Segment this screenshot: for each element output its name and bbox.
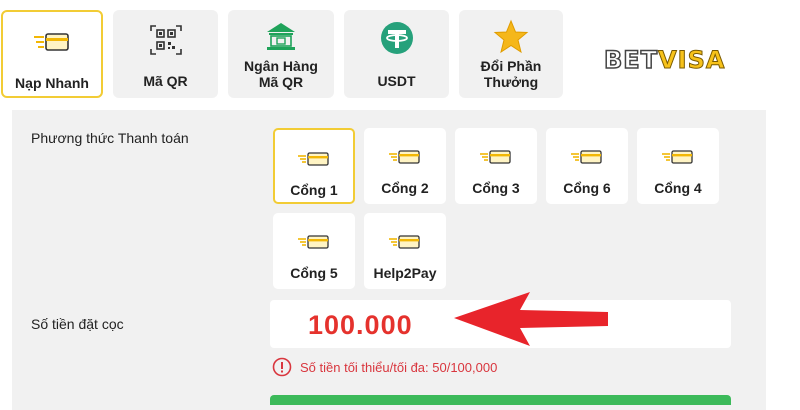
warning-icon	[272, 357, 292, 377]
bank-icon	[267, 23, 295, 50]
gateway-label: Cổng 1	[290, 182, 338, 198]
gateway-label: Cổng 6	[563, 180, 611, 196]
confirm-button[interactable]	[270, 395, 731, 405]
card-icon	[389, 235, 420, 249]
logo-part-bet: BET	[603, 45, 659, 75]
gateway-label: Cổng 3	[472, 180, 520, 196]
gateway-label: Cổng 4	[654, 180, 702, 196]
gateway-cong-2[interactable]: Cổng 2	[364, 128, 446, 204]
tab-label-line2: Mã QR	[258, 74, 304, 90]
tab-label: Mã QR	[143, 73, 188, 89]
red-arrow-annotation	[454, 292, 608, 346]
gateway-label: Help2Pay	[373, 265, 437, 281]
payment-method-label: Phương thức Thanh toán	[31, 130, 189, 146]
gateway-help2pay[interactable]: Help2Pay	[364, 213, 446, 289]
tab-nap-nhanh[interactable]: Nạp Nhanh	[1, 10, 103, 98]
card-icon	[34, 33, 69, 51]
gateway-cong-3[interactable]: Cổng 3	[455, 128, 537, 204]
deposit-method-tabs: Nạp Nhanh Mã QR Ngân Hàng Mã QR USDT Đổi…	[0, 0, 800, 110]
card-icon	[662, 150, 693, 164]
card-icon	[298, 235, 329, 249]
qr-code-icon	[149, 25, 182, 55]
tab-doi-phan-thuong[interactable]: Đổi Phần Thưởng	[459, 10, 563, 98]
gateway-cong-5[interactable]: Cổng 5	[273, 213, 355, 289]
tab-label-line1: Đổi Phần	[480, 58, 542, 74]
tab-ngan-hang-ma-qr[interactable]: Ngân Hàng Mã QR	[228, 10, 334, 98]
tab-label-line1: Ngân Hàng	[244, 58, 318, 74]
tab-label: Nạp Nhanh	[15, 75, 89, 91]
tab-ma-qr[interactable]: Mã QR	[113, 10, 218, 98]
gateway-label: Cổng 2	[381, 180, 429, 196]
betvisa-logo: BETVISA	[603, 45, 726, 75]
star-icon	[493, 19, 529, 54]
card-icon	[298, 152, 329, 166]
tab-usdt[interactable]: USDT	[344, 10, 449, 98]
tab-label: USDT	[377, 73, 416, 89]
card-icon	[571, 150, 602, 164]
gateway-label: Cổng 5	[290, 265, 338, 281]
tether-icon	[380, 22, 413, 54]
gateway-cong-4[interactable]: Cổng 4	[637, 128, 719, 204]
amount-limit-text: Số tiền tối thiểu/tối đa: 50/100,000	[300, 359, 498, 375]
gateway-cong-6[interactable]: Cổng 6	[546, 128, 628, 204]
card-icon	[389, 150, 420, 164]
deposit-amount-label: Số tiền đặt cọc	[31, 316, 124, 332]
tab-label-line2: Thưởng	[483, 74, 539, 90]
amount-limit-hint: Số tiền tối thiểu/tối đa: 50/100,000	[272, 355, 497, 379]
card-icon	[480, 150, 511, 164]
deposit-amount-value: 100.000	[308, 310, 413, 340]
logo-part-visa: VISA	[658, 46, 726, 75]
gateway-cong-1[interactable]: Cổng 1	[273, 128, 355, 204]
